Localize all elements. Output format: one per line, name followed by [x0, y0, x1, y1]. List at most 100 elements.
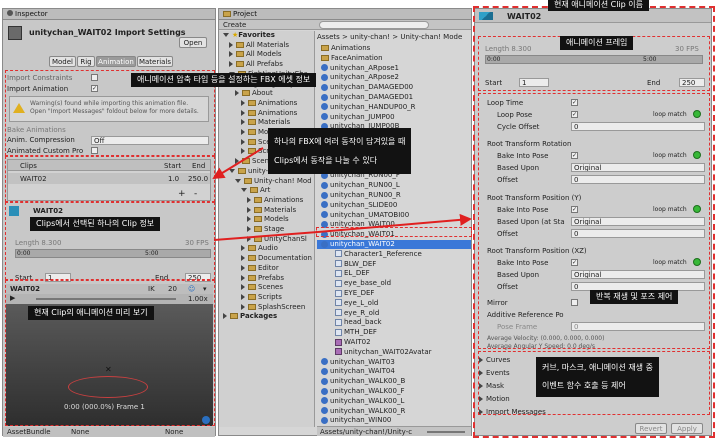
chevron-right-icon[interactable]: [229, 41, 233, 48]
tree-item[interactable]: Unity-chan! Mod: [219, 177, 314, 186]
file-item[interactable]: unitychan_WALK00_F: [317, 387, 471, 396]
file-item[interactable]: unitychan_RUN00_L: [317, 181, 471, 190]
file-item[interactable]: unitychan_HANDUP00_R: [317, 103, 471, 112]
chevron-down-icon[interactable]: [241, 188, 247, 193]
zoom-slider[interactable]: [427, 431, 465, 433]
tree-item[interactable]: Animations: [219, 196, 314, 205]
open-button[interactable]: Open: [179, 37, 207, 48]
tab-model[interactable]: Model: [49, 56, 76, 67]
project-footer-path: Assets/unity-chan!/Unity-c: [320, 428, 413, 436]
chevron-right-icon[interactable]: [241, 303, 245, 310]
file-item-label: eye_R_old: [344, 308, 380, 317]
tree-item[interactable]: Art: [219, 186, 314, 195]
file-item[interactable]: unitychan_WAIT04: [317, 367, 471, 376]
tree-item[interactable]: Animations: [219, 99, 314, 108]
file-item[interactable]: BLW_DEF: [317, 260, 471, 269]
file-item[interactable]: unitychan_WIN00: [317, 416, 471, 425]
file-item[interactable]: unitychan_UMATOBI00: [317, 211, 471, 220]
tree-item[interactable]: Editor: [219, 264, 314, 273]
file-item[interactable]: unitychan_WAIT02: [317, 240, 471, 249]
tree-item[interactable]: All Prefabs: [219, 60, 314, 69]
chevron-right-icon[interactable]: [241, 129, 245, 135]
file-item[interactable]: EYE_DEF: [317, 289, 471, 298]
chevron-down-icon[interactable]: [235, 178, 241, 183]
file-item[interactable]: WAIT02: [317, 338, 471, 347]
tree-item[interactable]: Prefabs: [219, 274, 314, 283]
chevron-right-icon[interactable]: [241, 274, 245, 281]
file-item[interactable]: Character1_Reference: [317, 250, 471, 259]
chevron-right-icon[interactable]: [247, 216, 251, 223]
tree-item[interactable]: Packages: [219, 312, 314, 321]
chevron-right-icon[interactable]: [247, 206, 251, 213]
breadcrumb[interactable]: Assets > unity-chan! > Unity-chan! Mode: [317, 33, 471, 43]
tree-item[interactable]: Materials: [219, 206, 314, 215]
tree-item[interactable]: About: [219, 89, 314, 98]
tree-item[interactable]: Scenes: [219, 283, 314, 292]
assetbundle-select[interactable]: None: [71, 428, 89, 436]
chevron-right-icon[interactable]: [241, 293, 245, 300]
file-item[interactable]: unitychan_DAMAGED01: [317, 93, 471, 102]
file-item[interactable]: unitychan_WALK00_L: [317, 397, 471, 406]
chevron-right-icon[interactable]: [241, 255, 245, 262]
tree-item[interactable]: All Materials: [219, 41, 314, 50]
tree-item[interactable]: Animations: [219, 109, 314, 118]
tree-item[interactable]: Scripts: [219, 293, 314, 302]
chevron-right-icon[interactable]: [241, 284, 245, 291]
chevron-right-icon[interactable]: [223, 313, 227, 320]
folder-icon: [248, 255, 256, 262]
chevron-right-icon[interactable]: [241, 264, 245, 271]
file-item[interactable]: unitychan_WALK00_R: [317, 407, 471, 416]
tree-item[interactable]: Models: [219, 215, 314, 224]
file-item[interactable]: FaceAnimation: [317, 54, 471, 63]
file-item[interactable]: head_back: [317, 318, 471, 327]
tab-rig[interactable]: Rig: [77, 56, 95, 67]
create-button[interactable]: Create: [223, 21, 246, 29]
file-item[interactable]: eye_base_old: [317, 279, 471, 288]
inspector-tab[interactable]: Inspector: [3, 9, 215, 20]
file-item[interactable]: MTH_DEF: [317, 328, 471, 337]
tree-item[interactable]: Audio: [219, 244, 314, 253]
chevron-right-icon[interactable]: [241, 138, 245, 145]
tab-materials[interactable]: Materials: [137, 56, 173, 67]
chevron-right-icon[interactable]: [247, 226, 251, 232]
chevron-right-icon[interactable]: [241, 119, 245, 126]
chevron-right-icon[interactable]: [241, 148, 245, 155]
file-item[interactable]: eye_R_old: [317, 309, 471, 318]
file-item[interactable]: unitychan_WAIT02Avatar: [317, 348, 471, 357]
chevron-right-icon[interactable]: [229, 61, 233, 68]
tab-animation[interactable]: Animation: [96, 56, 136, 67]
file-item[interactable]: Animations: [317, 44, 471, 53]
annotation-multi-line2: Clips에서 동작을 나눌 수 있다: [274, 156, 378, 165]
chevron-right-icon[interactable]: [229, 51, 233, 58]
file-item[interactable]: EL_DEF: [317, 269, 471, 278]
tree-item[interactable]: Materials: [219, 118, 314, 127]
project-search[interactable]: [319, 21, 429, 29]
file-item[interactable]: eye_L_old: [317, 299, 471, 308]
file-item[interactable]: unitychan_ARpose2: [317, 73, 471, 82]
tree-item[interactable]: SplashScreen: [219, 303, 314, 312]
file-item[interactable]: unitychan_WAIT03: [317, 358, 471, 367]
model-icon: [321, 113, 328, 121]
tree-item[interactable]: ★Favorites: [219, 31, 314, 40]
tree-item[interactable]: Stage: [219, 225, 314, 234]
assetbundle-variant[interactable]: None: [165, 428, 183, 436]
file-item[interactable]: unitychan_ARpose1: [317, 64, 471, 73]
chevron-right-icon[interactable]: [247, 235, 251, 242]
chevron-right-icon[interactable]: [235, 158, 239, 165]
project-tab[interactable]: Project: [219, 9, 471, 20]
tree-item[interactable]: Documentation: [219, 254, 314, 263]
chevron-right-icon[interactable]: [241, 99, 245, 106]
file-item[interactable]: unitychan_JUMP00: [317, 113, 471, 122]
chevron-right-icon[interactable]: [241, 245, 245, 252]
chevron-down-icon[interactable]: [223, 33, 229, 37]
chevron-right-icon[interactable]: [247, 196, 251, 203]
tree-item[interactable]: UnityChanSl: [219, 235, 314, 244]
chevron-down-icon[interactable]: [229, 168, 235, 173]
tree-item[interactable]: All Models: [219, 50, 314, 59]
file-item[interactable]: unitychan_RUN00_R: [317, 191, 471, 200]
file-item[interactable]: unitychan_WALK00_B: [317, 377, 471, 386]
file-item[interactable]: unitychan_DAMAGED00: [317, 83, 471, 92]
file-item[interactable]: unitychan_SLIDE00: [317, 201, 471, 210]
chevron-right-icon[interactable]: [241, 109, 245, 116]
chevron-right-icon[interactable]: [235, 90, 239, 97]
